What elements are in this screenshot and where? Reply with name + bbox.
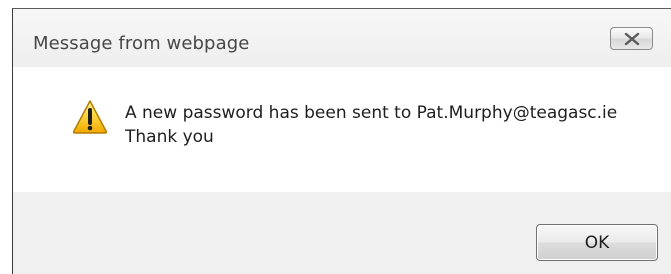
message-dialog: Message from webpage A new password has …: [12, 8, 671, 274]
close-button[interactable]: [610, 27, 653, 50]
ok-button[interactable]: OK: [536, 224, 658, 261]
dialog-content: [13, 67, 671, 192]
dialog-title: Message from webpage: [33, 33, 250, 54]
screen: Message from webpage A new password has …: [0, 0, 671, 274]
message-text-line1: A new password has been sent to Pat.Murp…: [125, 103, 618, 123]
warning-icon: [72, 100, 108, 134]
dialog-titlebar[interactable]: Message from webpage: [13, 9, 671, 67]
close-icon: [624, 32, 640, 46]
background-edge: [0, 8, 9, 274]
message-text-line2: Thank you: [125, 127, 214, 147]
